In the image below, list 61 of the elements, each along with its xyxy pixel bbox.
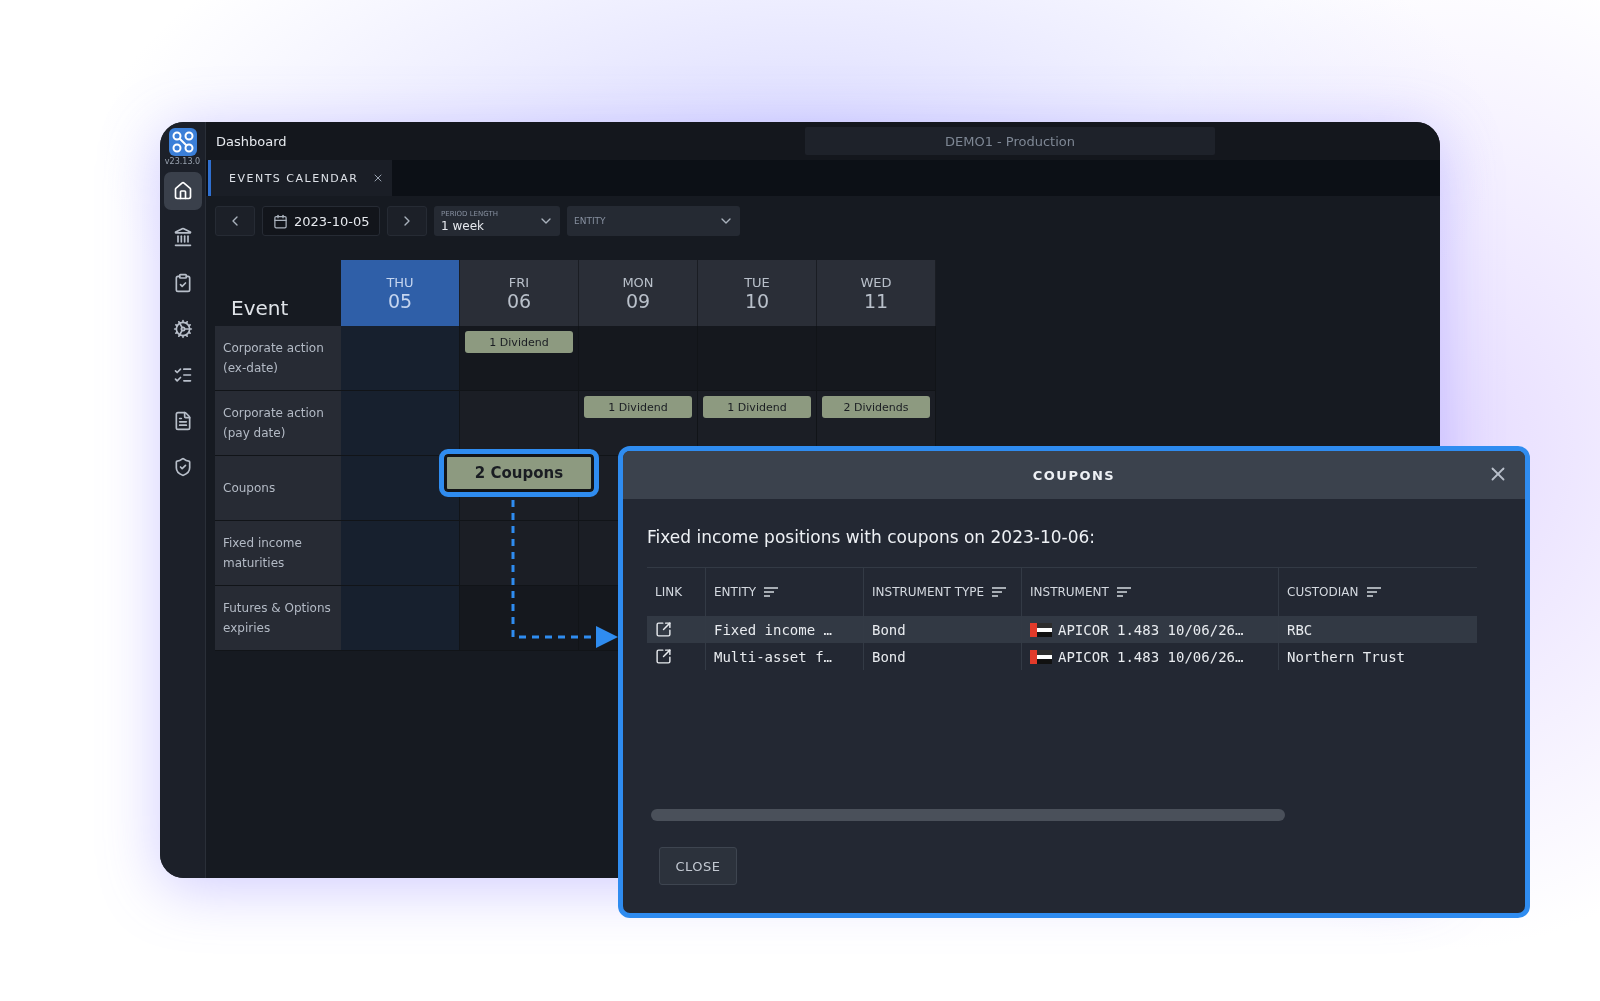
table-cell: Northern Trust [1287,648,1405,665]
external-link-icon [655,648,672,665]
sort-icon[interactable] [1366,587,1381,597]
sort-icon[interactable] [992,587,1007,597]
event-chip[interactable]: 2 Dividends [822,396,930,418]
day-header: THU 05 [341,260,460,326]
table-cell: Fixed income … [714,621,832,638]
checklist-icon [172,365,193,385]
column-header: INSTRUMENT [1030,585,1109,599]
dropdown-placeholder: ENTITY [574,216,606,226]
dialog-description: Fixed income positions with coupons on 2023-10-06: [647,527,1097,547]
day-header: MON 09 [579,260,698,326]
tab-label: EVENTS CALENDAR [229,171,359,185]
dialog-title: COUPONS [1032,467,1116,483]
window-title: Dashboard [216,133,287,149]
sidebar-item[interactable] [163,172,202,210]
calendar-icon [273,213,288,229]
table-cell: Multi-asset f… [714,648,832,665]
entity-dropdown[interactable]: ENTITY [567,206,740,236]
column-header: CUSTODIAN [1287,585,1359,599]
column-header: ENTITY [714,585,757,599]
event-chip[interactable]: 1 Dividend [703,396,811,418]
column-heading: Event [231,296,289,320]
event-type-label: Fixed income maturities [223,535,303,572]
flag-icon [1030,649,1052,664]
column-header: LINK [655,585,683,599]
event-type-label: Coupons [223,480,276,497]
event-type-label: Corporate action (pay date) [223,405,325,442]
day-header: WED 11 [817,260,936,326]
tab[interactable]: EVENTS CALENDAR [208,160,393,196]
event-type-label: Corporate action (ex-date) [223,340,325,377]
version-label: v23.13.0 [164,157,201,166]
event-type-label: Futures & Options expiries [223,600,332,637]
date-field[interactable]: 2023-10-05 [262,206,380,236]
gears-icon [172,319,193,339]
day-header: TUE 10 [698,260,817,326]
sort-icon[interactable] [764,587,779,597]
day-header: FRI 06 [460,260,579,326]
table-row[interactable]: Fixed income … Bond APICOR 1.483 10/06/26… RBC [647,616,1477,643]
close-button[interactable]: CLOSE [659,847,737,885]
open-link-button[interactable] [655,648,672,665]
open-link-button[interactable] [655,621,672,638]
external-link-icon [655,621,672,638]
highlighted-event-chip[interactable]: 2 Coupons [439,449,599,497]
home-icon [172,181,193,201]
table-cell: APICOR 1.483 10/06/26… [1058,648,1244,665]
dropdown-value: 1 week [441,219,485,232]
table-cell: RBC [1287,621,1313,638]
horizontal-scrollbar[interactable] [651,809,1285,821]
table-cell: Bond [872,648,906,665]
column-header: INSTRUMENT TYPE [872,585,985,599]
logo-icon [168,128,197,156]
sort-icon[interactable] [1116,587,1131,597]
event-chip[interactable]: 1 Dividend [465,331,573,353]
environment-label: DEMO1 - Production [805,127,1215,155]
table-cell: APICOR 1.483 10/06/26… [1058,621,1244,638]
bank-icon [172,227,193,247]
flag-icon [1030,622,1052,637]
event-chip[interactable]: 1 Dividend [584,396,692,418]
table-cell: Bond [872,621,906,638]
previous-button[interactable] [215,206,255,236]
